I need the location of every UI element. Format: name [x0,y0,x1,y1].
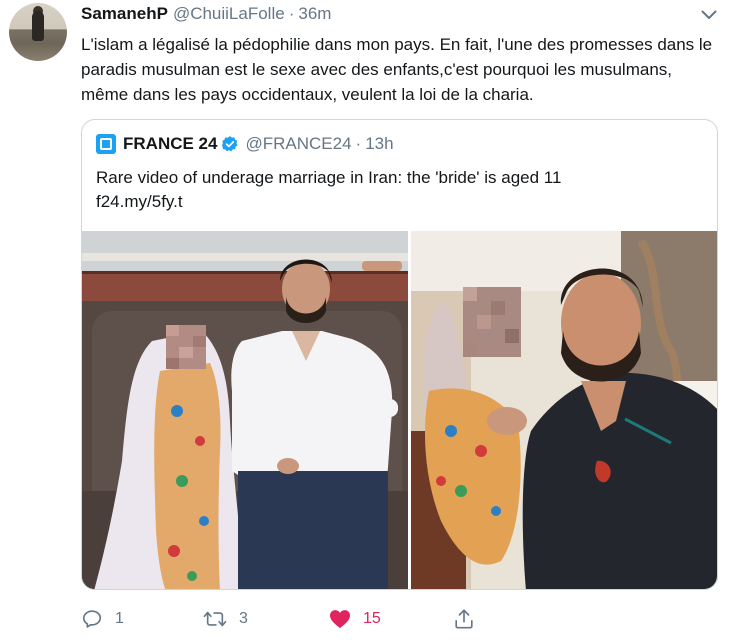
quoted-tweet[interactable]: FRANCE 24 @FRANCE24 · 13h Rare video of … [81,119,718,590]
heart-icon[interactable] [329,609,351,629]
quoted-handle[interactable]: @FRANCE24 [245,134,351,154]
reply-icon[interactable] [81,608,103,630]
timestamp[interactable]: 36m [298,4,331,24]
tweet-header: SamanehP @ChuiiLaFolle · 36m [81,4,331,26]
tweet-text: L'islam a légalisé la pédophilie dans mo… [81,35,713,104]
quoted-link[interactable]: f24.my/5fy.t [96,190,706,214]
verified-badge-icon [221,135,239,153]
quoted-tweet-text: Rare video of underage marriage in Iran:… [96,166,706,214]
like-count: 15 [363,610,381,627]
quoted-timestamp[interactable]: 13h [365,134,393,154]
avatar[interactable] [9,3,67,61]
share-button[interactable] [453,606,475,632]
retweet-button[interactable]: 3 [203,606,248,632]
reply-button[interactable]: 1 [81,606,124,632]
quoted-header-separator: · [355,134,362,153]
avatar-figure [32,11,44,41]
tweet[interactable]: SamanehP @ChuiiLaFolle · 36m L'islam a l… [0,0,730,640]
france24-logo-icon[interactable] [96,134,116,154]
quoted-display-name[interactable]: FRANCE 24 [123,134,217,154]
chevron-down-icon[interactable] [698,6,720,24]
quoted-media[interactable] [82,231,717,589]
user-handle[interactable]: @ChuiiLaFolle [173,4,285,24]
photo-left[interactable] [82,231,408,589]
quoted-tweet-header: FRANCE 24 @FRANCE24 · 13h [96,132,394,156]
reply-count: 1 [115,610,124,627]
quoted-text-line: Rare video of underage marriage in Iran:… [96,168,562,187]
display-name[interactable]: SamanehP [81,4,168,24]
like-button[interactable]: 15 [329,606,381,632]
retweet-count: 3 [239,610,248,627]
action-bar: 1 3 15 [81,606,501,632]
photo-right[interactable] [411,231,717,589]
share-icon[interactable] [453,608,475,630]
header-separator: · [288,4,295,23]
retweet-icon[interactable] [203,608,227,630]
